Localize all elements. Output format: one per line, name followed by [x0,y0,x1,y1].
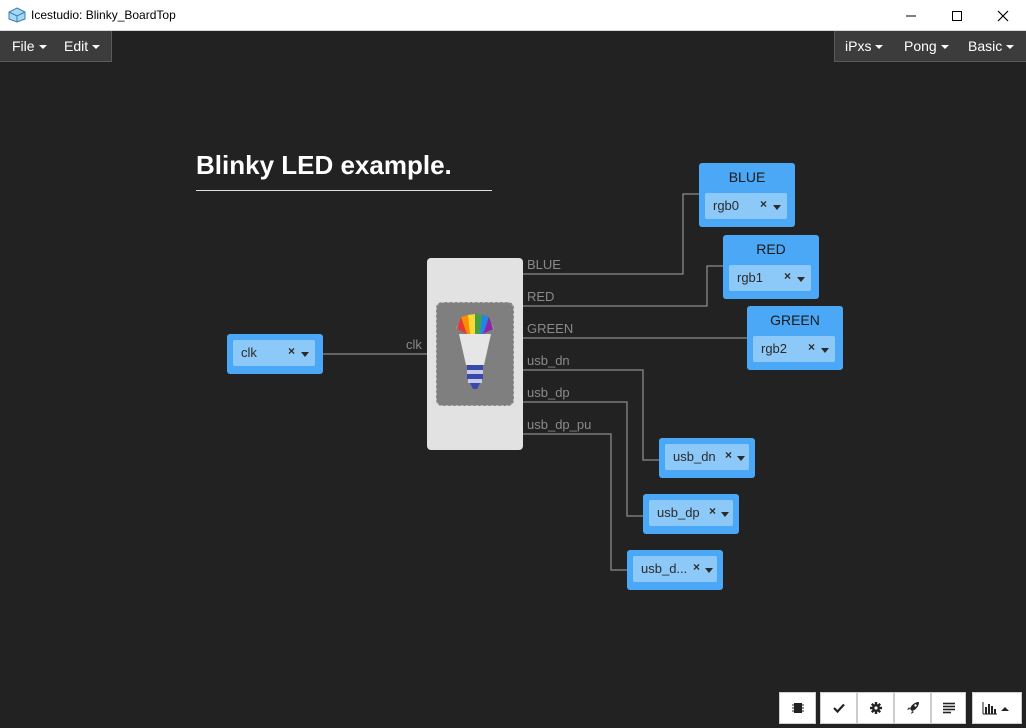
pin-select-usb-dp[interactable]: usb_dp × [649,500,733,526]
clear-icon[interactable]: × [288,344,295,358]
align-left-icon [942,702,955,714]
port-label-clk: clk [406,337,422,352]
caret-down-icon [773,205,781,210]
output-pin-usb-dn[interactable]: usb_dn × [659,438,755,478]
port-label-usb-dn: usb_dn [527,353,570,368]
log-button[interactable] [931,692,966,724]
build-button[interactable] [857,692,894,724]
bar-chart-icon [982,702,1009,715]
caret-down-icon [797,277,805,282]
pin-select-value: rgb1 [737,270,764,285]
module-image-frame [436,302,514,406]
chip-icon [791,703,804,713]
caret-down-icon [737,456,745,461]
caret-down-icon [721,512,729,517]
gear-icon [869,702,882,714]
pin-select-value: clk [241,345,257,360]
port-label-usb-dp: usb_dp [527,385,570,400]
clear-icon[interactable]: × [709,504,716,518]
pin-select-value: usb_dp [657,505,700,520]
port-label-green: GREEN [527,321,574,336]
output-pin-green[interactable]: GREEN rgb2 × [747,306,843,370]
resources-button[interactable] [972,692,1022,724]
pin-select-green[interactable]: rgb2 × [753,336,835,362]
verify-button[interactable] [820,692,857,724]
pin-select-usb-dn[interactable]: usb_dn × [665,444,749,470]
wire-usb-dn [523,369,659,461]
clear-icon[interactable]: × [784,269,791,283]
pin-title-red: RED [756,241,786,257]
pin-select-value: usb_d... [641,561,688,576]
clear-icon[interactable]: × [760,197,767,211]
output-pin-usb-dp-pu[interactable]: usb_d... × [627,550,723,590]
output-pin-blue[interactable]: BLUE rgb0 × [699,163,795,227]
port-label-red: RED [527,289,555,304]
verify-board-button[interactable] [779,692,816,724]
pin-select-usb-dp-pu[interactable]: usb_d... × [633,556,717,582]
check-icon [832,703,845,714]
port-label-blue: BLUE [527,257,561,272]
input-pin-clk[interactable]: clk × [227,334,323,374]
pin-select-clk[interactable]: clk × [233,340,315,366]
pin-select-red[interactable]: rgb1 × [729,265,811,291]
pin-select-value: rgb2 [761,341,788,356]
wire-usb-dp-pu [523,433,627,571]
clear-icon[interactable]: × [808,340,815,354]
caret-down-icon [301,352,309,357]
port-label-usb-dp-pu: usb_dp_pu [527,417,592,432]
pin-title-green: GREEN [770,312,820,328]
pin-select-blue[interactable]: rgb0 × [705,193,787,219]
clear-icon[interactable]: × [725,448,732,462]
pin-select-value: usb_dn [673,449,716,464]
rocket-icon [906,702,919,714]
rgb-led-bulb-icon [456,314,494,389]
upload-button[interactable] [894,692,931,724]
output-pin-usb-dp[interactable]: usb_dp × [643,494,739,534]
pin-select-value: rgb0 [713,198,740,213]
clear-icon[interactable]: × [693,560,700,574]
caret-down-icon [705,568,713,573]
caret-down-icon [821,348,829,353]
blinky-module-block[interactable] [427,258,523,450]
pin-title-blue: BLUE [728,169,766,185]
output-pin-red[interactable]: RED rgb1 × [723,235,819,299]
